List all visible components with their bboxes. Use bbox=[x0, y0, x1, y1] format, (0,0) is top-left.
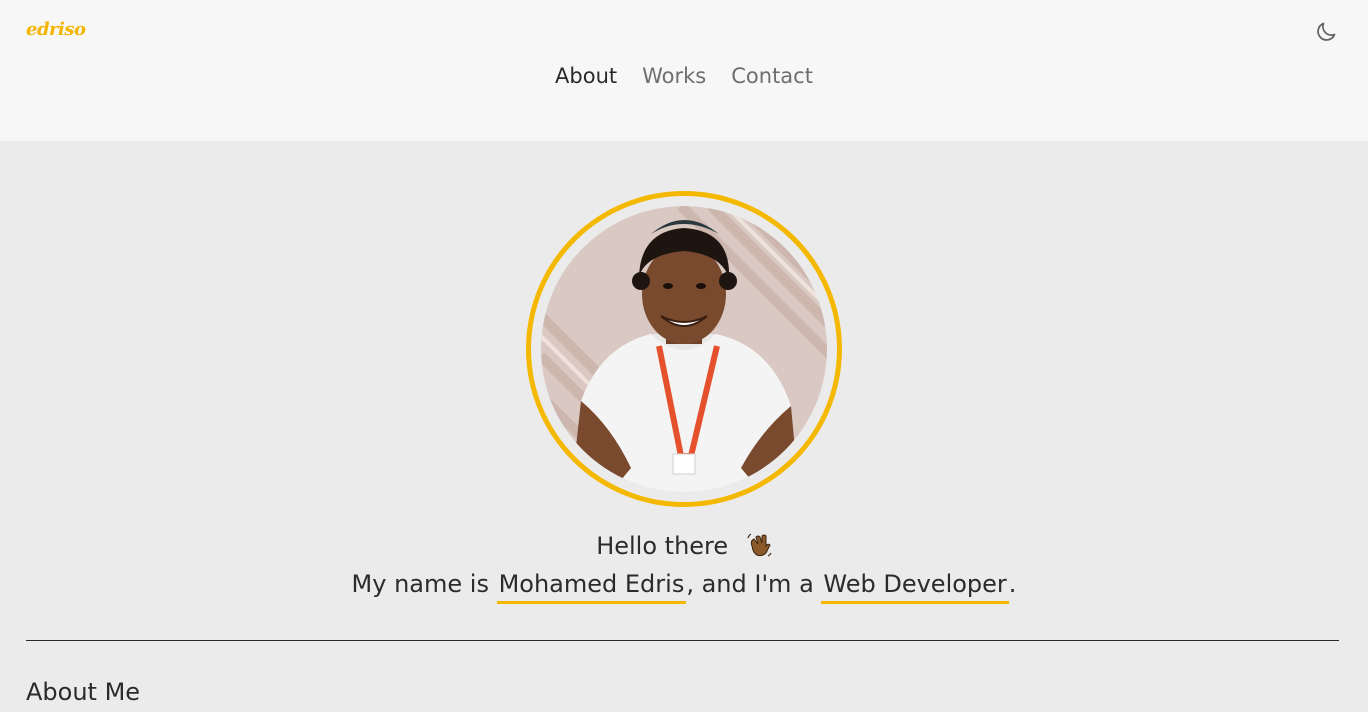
avatar bbox=[541, 206, 827, 492]
waving-hand-icon bbox=[747, 533, 772, 557]
intro-line: My name is Mohamed Edris, and I'm a Web … bbox=[0, 568, 1368, 604]
intro-suffix: . bbox=[1008, 570, 1017, 598]
avatar-ring bbox=[526, 191, 842, 507]
greeting-text: Hello there bbox=[596, 532, 729, 560]
nav-link-about[interactable]: About bbox=[555, 62, 617, 90]
greeting-line: Hello there bbox=[0, 530, 1368, 562]
site-header: edriso About Works Contact bbox=[0, 0, 1368, 141]
about-me-heading: About Me bbox=[26, 678, 141, 706]
section-divider bbox=[26, 640, 1339, 641]
nav-link-works[interactable]: Works bbox=[642, 62, 706, 90]
intro-prefix: My name is bbox=[351, 570, 497, 598]
theme-toggle-button[interactable] bbox=[1312, 18, 1340, 46]
nav-link-contact[interactable]: Contact bbox=[731, 62, 813, 90]
highlight-name: Mohamed Edris bbox=[496, 570, 687, 604]
highlight-role: Web Developer bbox=[821, 570, 1010, 604]
intro-middle: , and I'm a bbox=[686, 570, 822, 598]
main-nav: About Works Contact bbox=[0, 62, 1368, 90]
site-logo[interactable]: edriso bbox=[26, 19, 86, 40]
moon-icon bbox=[1317, 22, 1336, 41]
